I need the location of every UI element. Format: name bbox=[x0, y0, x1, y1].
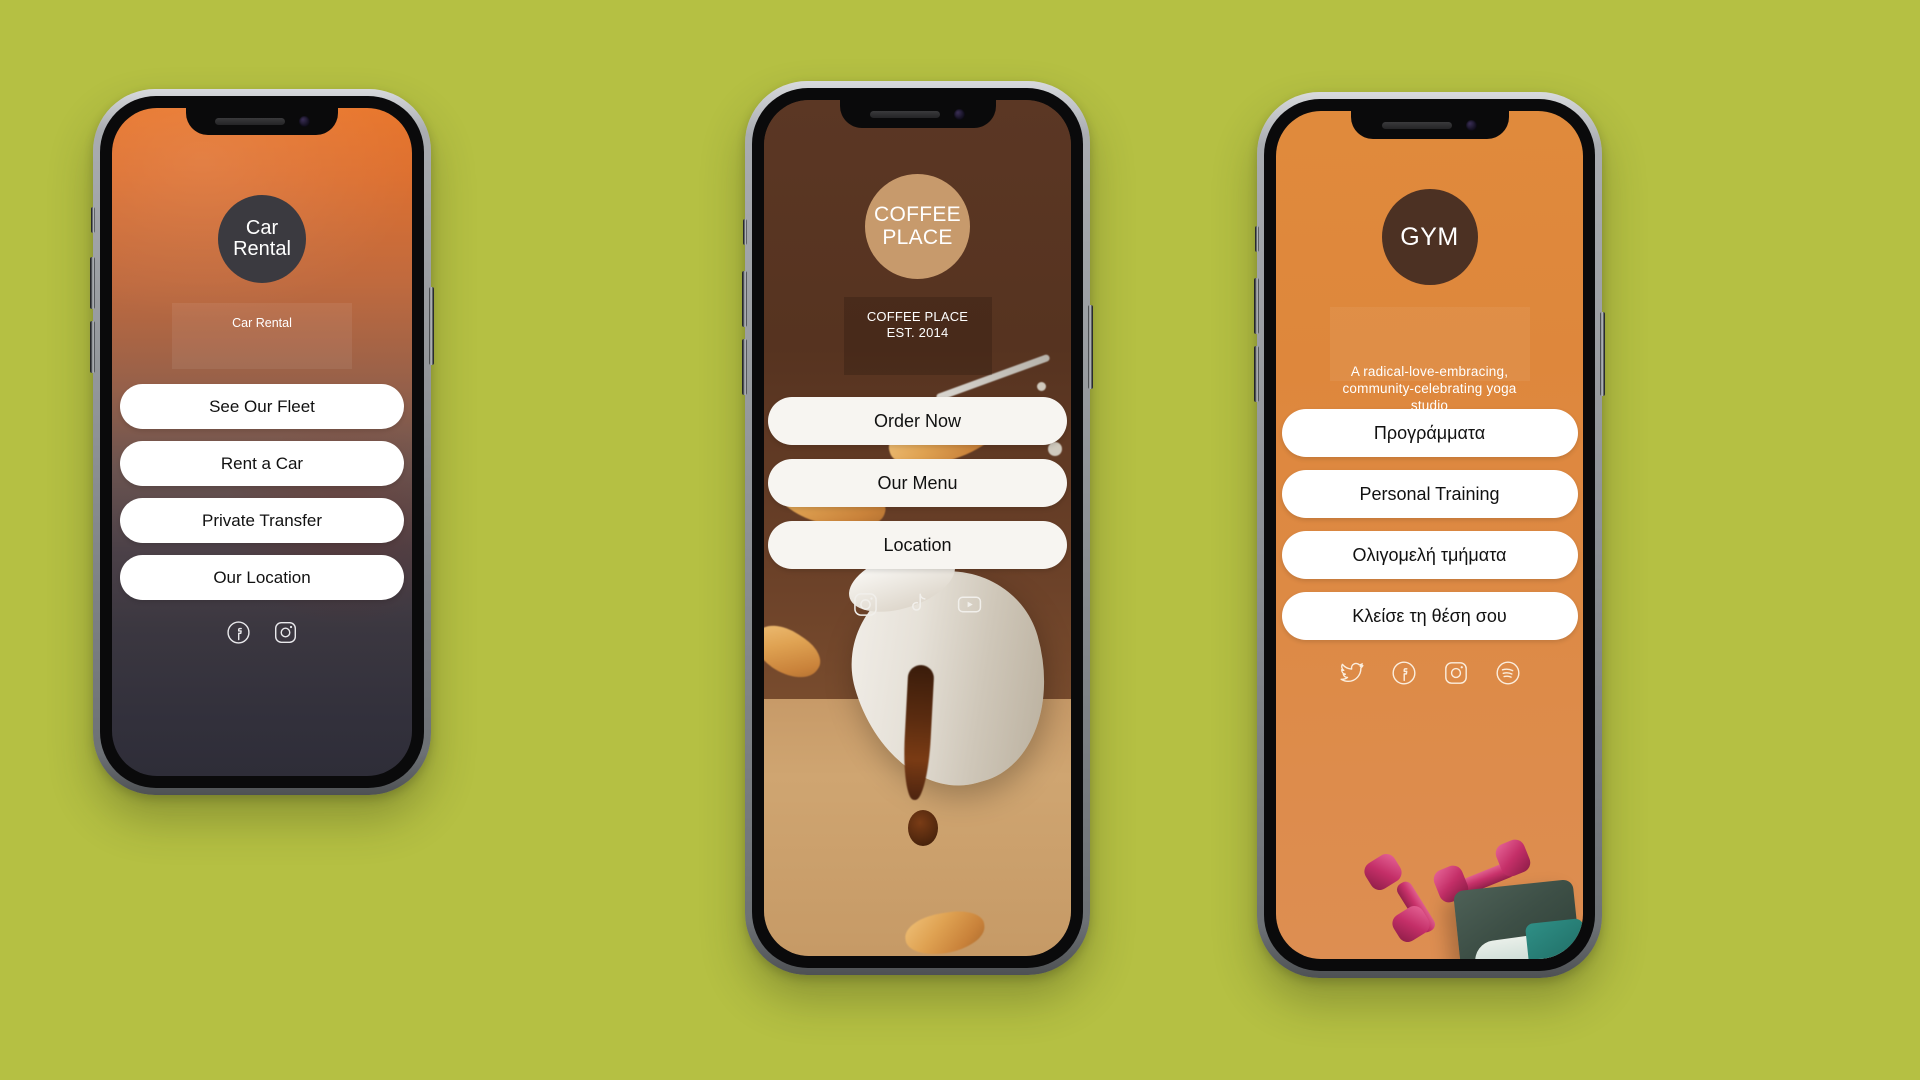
phone-bezel-coffee: COFFEE PLACE COFFEE PLACE EST. 2014 Orde… bbox=[752, 88, 1083, 968]
youtube-icon[interactable] bbox=[956, 591, 983, 618]
earpiece-speaker-icon bbox=[870, 110, 940, 118]
volume-up-button-gym[interactable] bbox=[1254, 278, 1259, 334]
cta-order-now[interactable]: Order Now bbox=[768, 397, 1067, 445]
social-links-coffee bbox=[852, 591, 983, 618]
instagram-icon[interactable] bbox=[273, 620, 298, 645]
power-button-coffee[interactable] bbox=[1088, 305, 1093, 389]
tagline-gym: A radical-love-embracing, community-cele… bbox=[1330, 364, 1530, 415]
instagram-icon[interactable] bbox=[852, 591, 879, 618]
screen-coffee-place: COFFEE PLACE COFFEE PLACE EST. 2014 Orde… bbox=[764, 100, 1071, 956]
silent-switch-coffee[interactable] bbox=[743, 219, 747, 245]
cta-programmata[interactable]: Προγράμματα bbox=[1281, 409, 1578, 457]
tagline-line-1: COFFEE PLACE bbox=[866, 309, 969, 324]
cta-personal-training[interactable]: Personal Training bbox=[1281, 470, 1578, 518]
tagline-panel-car: Car Rental bbox=[172, 303, 352, 369]
content-gym: GYM A radical-love-embracing, community-… bbox=[1276, 111, 1583, 959]
logo-line-1: Car bbox=[245, 217, 279, 239]
tagline-car: Car Rental bbox=[232, 316, 292, 330]
tagline-line-2: community-celebrating yoga studio bbox=[1342, 381, 1517, 414]
cta-list-car: See Our Fleet Rent a Car Private Transfe… bbox=[112, 384, 412, 600]
logo-line-2: PLACE bbox=[882, 225, 953, 249]
logo-badge-gym: GYM bbox=[1381, 189, 1478, 285]
front-camera-icon bbox=[1466, 119, 1477, 131]
cta-list-coffee: Order Now Our Menu Location bbox=[764, 397, 1071, 569]
volume-down-button-coffee[interactable] bbox=[742, 339, 747, 395]
spotify-icon[interactable] bbox=[1495, 660, 1521, 686]
tagline-line-1: A radical-love-embracing, bbox=[1350, 364, 1509, 380]
content-car-rental: Car Rental Car Rental See Our Fleet Rent… bbox=[112, 108, 412, 776]
earpiece-speaker-icon bbox=[1382, 121, 1452, 129]
logo-line-2: Rental bbox=[233, 238, 291, 260]
instagram-icon[interactable] bbox=[1443, 660, 1469, 686]
cta-private-transfer[interactable]: Private Transfer bbox=[120, 498, 404, 543]
phone-mockup-coffee-place: COFFEE PLACE COFFEE PLACE EST. 2014 Orde… bbox=[742, 81, 1093, 975]
tiktok-icon[interactable] bbox=[904, 591, 931, 618]
twitter-icon[interactable] bbox=[1339, 660, 1365, 686]
volume-down-button-gym[interactable] bbox=[1254, 346, 1259, 402]
tagline-coffee: COFFEE PLACE EST. 2014 bbox=[867, 309, 968, 342]
cta-our-location[interactable]: Our Location bbox=[120, 555, 404, 600]
volume-down-button-car[interactable] bbox=[90, 321, 95, 373]
cta-list-gym: Προγράμματα Personal Training Ολιγομελή … bbox=[1276, 409, 1583, 640]
content-coffee-place: COFFEE PLACE COFFEE PLACE EST. 2014 Orde… bbox=[764, 100, 1071, 956]
phone-mockup-gym: GYM A radical-love-embracing, community-… bbox=[1254, 92, 1605, 978]
screen-car-rental: Car Rental Car Rental See Our Fleet Rent… bbox=[112, 108, 412, 776]
tagline-line-2: EST. 2014 bbox=[886, 325, 949, 341]
logo-text: GYM bbox=[1400, 222, 1459, 251]
silent-switch-car[interactable] bbox=[91, 207, 95, 233]
social-links-car bbox=[226, 620, 298, 645]
volume-up-button-coffee[interactable] bbox=[742, 271, 747, 327]
earpiece-speaker-icon bbox=[214, 118, 285, 125]
cta-rent-a-car[interactable]: Rent a Car bbox=[120, 441, 404, 486]
logo-line-1: COFFEE bbox=[874, 203, 961, 227]
social-links-gym bbox=[1339, 660, 1521, 686]
facebook-icon[interactable] bbox=[226, 620, 251, 645]
phone-bezel-car: Car Rental Car Rental See Our Fleet Rent… bbox=[100, 96, 424, 788]
volume-up-button-car[interactable] bbox=[90, 257, 95, 309]
mockup-stage: Car Rental Car Rental See Our Fleet Rent… bbox=[0, 0, 1920, 1080]
notch-car bbox=[186, 108, 338, 135]
power-button-gym[interactable] bbox=[1600, 312, 1605, 396]
tagline-panel-coffee: COFFEE PLACE EST. 2014 bbox=[843, 297, 992, 375]
logo-badge-coffee-place: COFFEE PLACE bbox=[865, 174, 970, 279]
cta-kleise-ti-thesi-sou[interactable]: Κλείσε τη θέση σου bbox=[1281, 592, 1578, 640]
front-camera-icon bbox=[298, 116, 310, 127]
logo-badge-car-rental: Car Rental bbox=[218, 195, 306, 283]
front-camera-icon bbox=[954, 108, 965, 120]
facebook-icon[interactable] bbox=[1391, 660, 1417, 686]
power-button-car[interactable] bbox=[429, 287, 434, 365]
phone-bezel-gym: GYM A radical-love-embracing, community-… bbox=[1264, 99, 1595, 971]
silent-switch-gym[interactable] bbox=[1255, 226, 1259, 252]
cta-location[interactable]: Location bbox=[768, 521, 1067, 569]
tagline-panel-gym: A radical-love-embracing, community-cele… bbox=[1329, 307, 1530, 413]
phone-mockup-car-rental: Car Rental Car Rental See Our Fleet Rent… bbox=[90, 89, 434, 795]
notch-coffee bbox=[839, 100, 996, 128]
cta-oligomeli-tmimata[interactable]: Ολιγομελή τμήματα bbox=[1281, 531, 1578, 579]
screen-gym: GYM A radical-love-embracing, community-… bbox=[1276, 111, 1583, 959]
cta-see-our-fleet[interactable]: See Our Fleet bbox=[120, 384, 404, 429]
notch-gym bbox=[1350, 111, 1509, 139]
cta-our-menu[interactable]: Our Menu bbox=[768, 459, 1067, 507]
